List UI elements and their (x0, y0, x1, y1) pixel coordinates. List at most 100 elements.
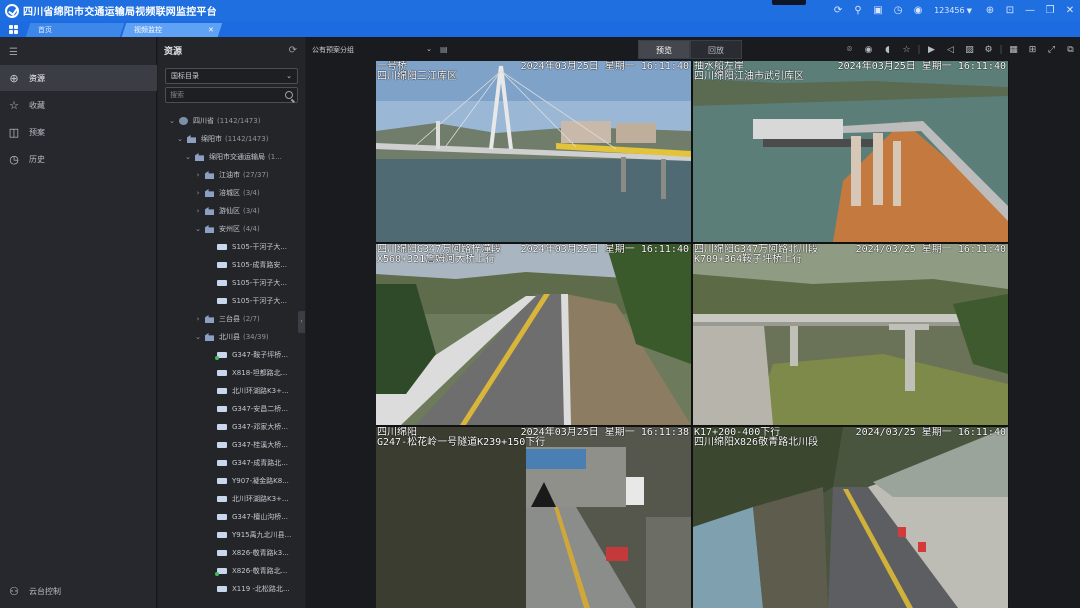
video-cell[interactable]: 2024年03月25日 星期一 16:11:40 四川绵阳G347万阿路梓潼段 … (376, 244, 691, 425)
globe-icon[interactable]: ⊕ (980, 0, 1000, 21)
tree-camera[interactable]: G347-桂溪大桥... (158, 436, 305, 454)
video-wall-icon[interactable]: ▶ (922, 45, 941, 55)
tree-node[interactable]: ⌄ 绵阳市 (1142/1473) (158, 130, 305, 148)
caret-right-icon[interactable]: › (194, 207, 202, 215)
minimize-icon[interactable]: — (1020, 0, 1040, 21)
node-label: G347-桂溪大桥... (232, 441, 288, 449)
tree-camera[interactable]: Y907-凝金路K8... (158, 472, 305, 490)
tree-node[interactable]: ⌄ 北川县 (34/39) (158, 328, 305, 346)
caret-down-icon[interactable]: ⌄ (176, 135, 184, 143)
node-label: 四川省 (193, 117, 214, 125)
record-icon[interactable]: ◉ (859, 45, 878, 55)
image-icon[interactable]: ▨ (960, 45, 979, 55)
clock-icon[interactable]: ◷ (888, 0, 908, 21)
tree-node[interactable]: ⌄ 安州区 (4/4) (158, 220, 305, 238)
refresh-icon[interactable]: ⟳ (828, 0, 848, 21)
close-icon[interactable]: ✕ (1060, 0, 1080, 21)
tree-node[interactable]: ⌄ 四川省 (1142/1473) (158, 112, 305, 130)
ptz-control-button[interactable]: ⚇ 云台控制 (7, 584, 61, 598)
video-timestamp: 2024年03月25日 星期一 16:11:40 (837, 61, 1006, 72)
tree-camera[interactable]: G347-安昌二桥... (158, 400, 305, 418)
tree-camera[interactable]: S105-干河子大... (158, 238, 305, 256)
tree-camera[interactable]: G347-檀山沟桥... (158, 508, 305, 526)
video-cell[interactable]: 2024年03月25日 星期一 16:11:38 四川绵阳 G247-松花岭一号… (376, 427, 691, 608)
building-icon (195, 153, 204, 161)
caret-right-icon[interactable]: › (194, 171, 202, 179)
close-icon[interactable]: ✕ (208, 23, 214, 37)
chevron-down-icon[interactable]: ▼ (967, 7, 972, 15)
nav-item-favorites[interactable]: ☆ 收藏 (0, 92, 157, 118)
tree-camera[interactable]: X119 -北松路北... (158, 580, 305, 598)
drag-handle[interactable] (772, 0, 806, 5)
caret-down-icon[interactable]: ⌄ (194, 225, 202, 233)
caret-down-icon[interactable]: ⌄ (184, 153, 192, 161)
plan-group-select[interactable]: 公有预案分组 ⌄ (312, 45, 432, 55)
tree-node[interactable]: › 三台县 (2/7) (158, 310, 305, 328)
tree-node[interactable]: › 江油市 (27/37) (158, 166, 305, 184)
fullscreen-icon[interactable]: ⤢ (1042, 45, 1061, 55)
user-name[interactable]: 123456 (934, 6, 965, 15)
tree-node[interactable]: ⌄ 绵阳市交通运输局 (1... (158, 148, 305, 166)
favorite-icon[interactable]: ☆ (897, 45, 916, 55)
caret-right-icon[interactable]: › (194, 189, 202, 197)
tree-node[interactable]: › 游仙区 (3/4) (158, 202, 305, 220)
search-input[interactable]: 搜索 (165, 87, 298, 103)
tab-label: 视频监控 (134, 26, 162, 34)
nav-item-plans[interactable]: ◫ 预案 (0, 119, 157, 145)
tree-camera[interactable]: G347-邓家大桥... (158, 418, 305, 436)
tab-video-monitor[interactable]: 视频监控 ✕ (121, 23, 223, 37)
video-frame-tunnel (376, 427, 691, 608)
tab-playback[interactable]: 回放 (690, 40, 742, 59)
node-label: S105-干河子大... (232, 297, 288, 305)
video-cell[interactable]: 2024年03月25日 星期一 16:11:40 抽水船左岸 四川绵阳江油市武引… (693, 61, 1008, 242)
caret-down-icon[interactable]: ⌄ (194, 333, 202, 341)
nav-item-resource[interactable]: ⊕ 资源 (0, 65, 157, 91)
app-menu-button[interactable] (0, 21, 26, 37)
video-cell[interactable]: 2024/03/25 星期一 16:11:40 K17+200-400下行 四川… (693, 427, 1008, 608)
tree-camera[interactable]: S105-干河子大... (158, 292, 305, 310)
video-cell-selected[interactable]: 2024/03/25 星期一 16:11:40 四川绵阳G347万阿路北川段 K… (693, 244, 1008, 425)
directory-select[interactable]: 国标目录 ⌄ (165, 68, 298, 84)
node-label: G347-成青路北... (232, 459, 288, 467)
snapshot-icon[interactable]: ⌾ (840, 45, 859, 55)
node-label: 涪城区 (219, 189, 240, 197)
tree-camera[interactable]: X826-敬青路北... (158, 562, 305, 580)
screen-icon[interactable]: ▣ (868, 0, 888, 21)
popout-icon[interactable]: ⧉ (1061, 45, 1080, 55)
camera-icon (217, 514, 227, 520)
tree-camera[interactable]: 北川环湖路K3+... (158, 382, 305, 400)
refresh-icon[interactable]: ⟳ (289, 45, 297, 56)
tree-camera[interactable]: X826-敬青路k3... (158, 544, 305, 562)
node-count: (1... (268, 153, 282, 161)
tree-camera[interactable]: G347-鞍子坪桥... (158, 346, 305, 364)
panel-title: 资源 (164, 46, 183, 57)
caret-down-icon[interactable]: ⌄ (168, 117, 176, 125)
tree-node[interactable]: › 涪城区 (3/4) (158, 184, 305, 202)
tree-camera[interactable]: 北川环湖路K3+... (158, 490, 305, 508)
broadcast-icon[interactable]: ◁ (941, 45, 960, 55)
layout-icon[interactable]: ▦ (1004, 45, 1023, 55)
video-frame-mountain-road (693, 427, 1008, 608)
tree-camera[interactable]: S105-成青路安... (158, 256, 305, 274)
video-timestamp: 2024年03月25日 星期一 16:11:40 (520, 61, 689, 72)
restore-icon[interactable]: ❐ (1040, 0, 1060, 21)
tab-home[interactable]: 首页 (25, 23, 125, 37)
camera-icon (217, 586, 227, 592)
tree-camera[interactable]: X818-坦都路北... (158, 364, 305, 382)
tree-camera[interactable]: S105-干河子大... (158, 274, 305, 292)
tree-camera[interactable]: Y915禹九北川县... (158, 526, 305, 544)
audio-icon[interactable]: ◖ (878, 45, 897, 55)
tab-preview[interactable]: 预览 (638, 40, 690, 59)
settings-icon[interactable]: ⚙ (979, 45, 998, 55)
collapse-panel-button[interactable]: ‹ (298, 311, 305, 333)
search-icon[interactable] (285, 91, 293, 99)
hamburger-icon[interactable]: ☰ (9, 47, 18, 58)
caret-right-icon[interactable]: › (194, 315, 202, 323)
tree-camera[interactable]: G347-成青路北... (158, 454, 305, 472)
save-icon[interactable]: ▤ (440, 45, 448, 54)
pin-icon[interactable]: ⚲ (848, 0, 868, 21)
nav-item-history[interactable]: ◷ 历史 (0, 146, 157, 172)
video-cell[interactable]: 2024年03月25日 星期一 16:11:40 一号桥 四川绵阳三江库区 (376, 61, 691, 242)
grid-layout-icon[interactable]: ⊞ (1023, 45, 1042, 55)
lock-icon[interactable]: ⊡ (1000, 0, 1020, 21)
